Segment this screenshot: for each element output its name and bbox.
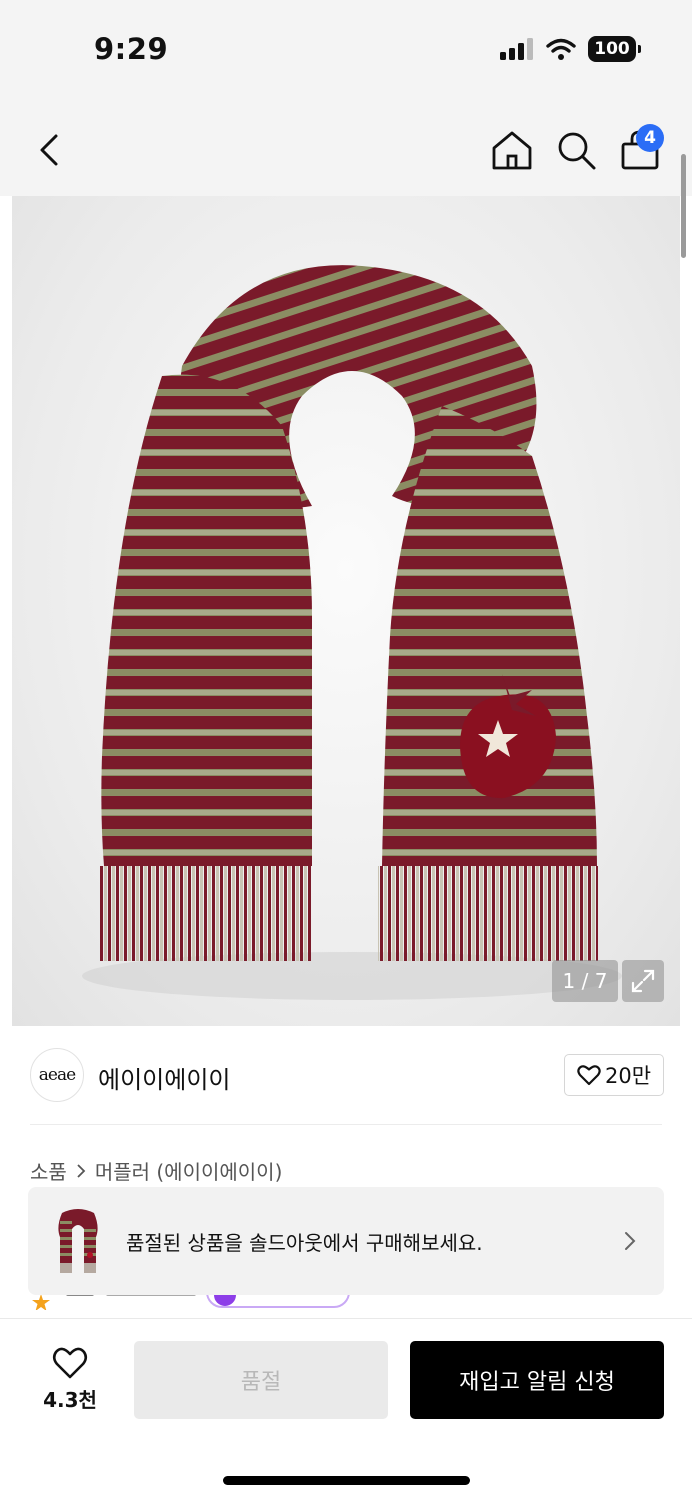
chevron-right-icon: [77, 1163, 86, 1178]
wifi-icon: [546, 38, 576, 60]
heart-icon: [577, 1065, 601, 1086]
brand-name[interactable]: 에이이에이이: [98, 1060, 230, 1095]
soldout-button[interactable]: 품절: [134, 1341, 388, 1419]
battery-icon: 100: [588, 36, 641, 62]
brand-like-button[interactable]: 20만: [564, 1054, 664, 1096]
scarf-thumbnail: [50, 1207, 106, 1275]
cellular-signal-icon: [500, 38, 533, 60]
breadcrumb: 소품 머플러 (에이이에이이): [30, 1156, 282, 1185]
product-detail-screen: 9:29 100 4 1 / 7 aeae 에이이에이이 20만 소품 머플러 …: [0, 0, 692, 1500]
image-counter: 1 / 7: [552, 960, 618, 1002]
search-icon[interactable]: [554, 128, 598, 172]
home-icon[interactable]: [490, 128, 534, 172]
brand-logo[interactable]: aeae: [30, 1048, 84, 1102]
back-chevron-icon[interactable]: [30, 130, 70, 170]
top-nav-bar: [0, 96, 692, 196]
restock-alert-button[interactable]: 재입고 알림 신청: [410, 1341, 664, 1419]
soldout-promo-banner[interactable]: 품절된 상품을 솔드아웃에서 구매해보세요.: [28, 1187, 664, 1295]
wishlist-count: 4.3천: [43, 1388, 97, 1412]
status-bar: 9:29 100: [0, 0, 692, 96]
expand-image-button[interactable]: [622, 960, 664, 1002]
star-icon: [32, 1294, 50, 1310]
brand-like-count: 20만: [604, 1064, 652, 1088]
home-indicator[interactable]: [223, 1476, 470, 1485]
striped-scarf-image: [82, 265, 622, 1000]
wishlist-heart-icon[interactable]: [52, 1346, 88, 1380]
breadcrumb-item-category[interactable]: 소품: [30, 1156, 67, 1185]
banner-text: 품절된 상품을 솔드아웃에서 구매해보세요.: [126, 1231, 483, 1255]
breadcrumb-item-subcategory[interactable]: 머플러 (에이이에이이): [95, 1156, 283, 1185]
product-image-carousel[interactable]: [12, 196, 680, 1026]
status-icons: 100: [500, 36, 641, 62]
divider: [30, 1124, 662, 1125]
scroll-indicator[interactable]: [681, 154, 686, 258]
cart-count-badge: 4: [636, 124, 664, 152]
status-time: 9:29: [94, 32, 169, 66]
expand-icon: [631, 969, 655, 993]
chevron-right-icon: [625, 1232, 636, 1250]
